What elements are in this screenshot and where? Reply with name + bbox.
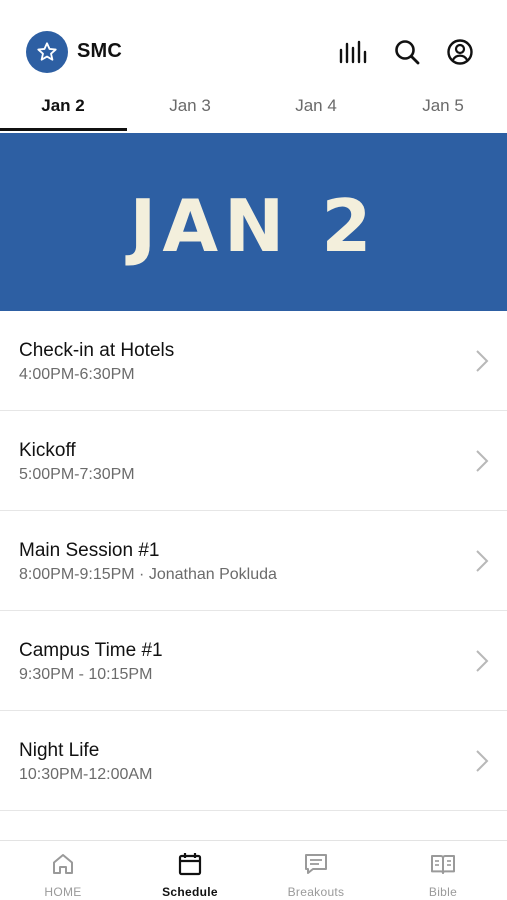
nav-schedule-label: Schedule: [162, 885, 218, 899]
schedule-item-time: 4:00PM-6:30PM: [19, 366, 135, 383]
nav-home[interactable]: HOME: [0, 841, 126, 900]
schedule-item-time: 8:00PM-9:15PM · Jonathan Pokluda: [19, 566, 277, 583]
nav-bible[interactable]: Bible: [380, 841, 506, 900]
audio-bars-icon[interactable]: [337, 36, 369, 68]
chevron-right-icon: [476, 550, 489, 572]
home-icon: [53, 854, 73, 874]
search-icon[interactable]: [391, 36, 423, 68]
tab-jan-5[interactable]: Jan 5: [380, 88, 506, 132]
nav-breakouts[interactable]: Breakouts: [253, 841, 379, 900]
tab-jan-2[interactable]: Jan 2: [0, 88, 126, 132]
banner-date-text: JAN 2: [129, 184, 378, 268]
chevron-right-icon: [476, 650, 489, 672]
schedule-item[interactable]: Night Life 10:30PM-12:00AM: [0, 711, 507, 811]
account-icon[interactable]: [444, 36, 476, 68]
schedule-item-time: 5:00PM-7:30PM: [19, 466, 135, 483]
schedule-item-title: Check-in at Hotels: [19, 340, 175, 361]
nav-home-label: HOME: [44, 885, 82, 899]
schedule-list: Check-in at Hotels 4:00PM-6:30PM Kickoff…: [0, 311, 507, 811]
smc-logo[interactable]: [26, 31, 68, 73]
bottom-navigation: HOME Schedule Breakouts Bible: [0, 840, 507, 900]
schedule-item-title: Night Life: [19, 740, 100, 761]
tab-jan-3[interactable]: Jan 3: [127, 88, 253, 132]
schedule-item-title: Campus Time #1: [19, 640, 163, 661]
brand-name: SMC: [77, 40, 123, 62]
star-icon: [37, 42, 57, 61]
chat-icon: [305, 854, 327, 874]
app-header: SMC: [0, 0, 507, 88]
nav-schedule[interactable]: Schedule: [127, 841, 253, 900]
schedule-item-time: 10:30PM-12:00AM: [19, 766, 153, 783]
schedule-item-time: 9:30PM - 10:15PM: [19, 666, 153, 683]
tab-jan-4[interactable]: Jan 4: [253, 88, 379, 132]
date-tabs: Jan 2 Jan 3 Jan 4 Jan 5: [0, 88, 507, 132]
calendar-icon: [178, 853, 202, 876]
day-banner: JAN 2: [0, 133, 507, 311]
chevron-right-icon: [476, 350, 489, 372]
book-icon: [431, 855, 455, 874]
schedule-item[interactable]: Campus Time #1 9:30PM - 10:15PM: [0, 611, 507, 711]
chevron-right-icon: [476, 450, 489, 472]
schedule-item-title: Main Session #1: [19, 540, 160, 561]
schedule-item[interactable]: Main Session #1 8:00PM-9:15PM · Jonathan…: [0, 511, 507, 611]
active-tab-indicator: [0, 128, 127, 131]
schedule-item-title: Kickoff: [19, 440, 76, 461]
chevron-right-icon: [476, 750, 489, 772]
nav-bible-label: Bible: [428, 885, 458, 899]
schedule-item[interactable]: Kickoff 5:00PM-7:30PM: [0, 411, 507, 511]
schedule-item[interactable]: Check-in at Hotels 4:00PM-6:30PM: [0, 311, 507, 411]
nav-breakouts-label: Breakouts: [287, 885, 345, 899]
